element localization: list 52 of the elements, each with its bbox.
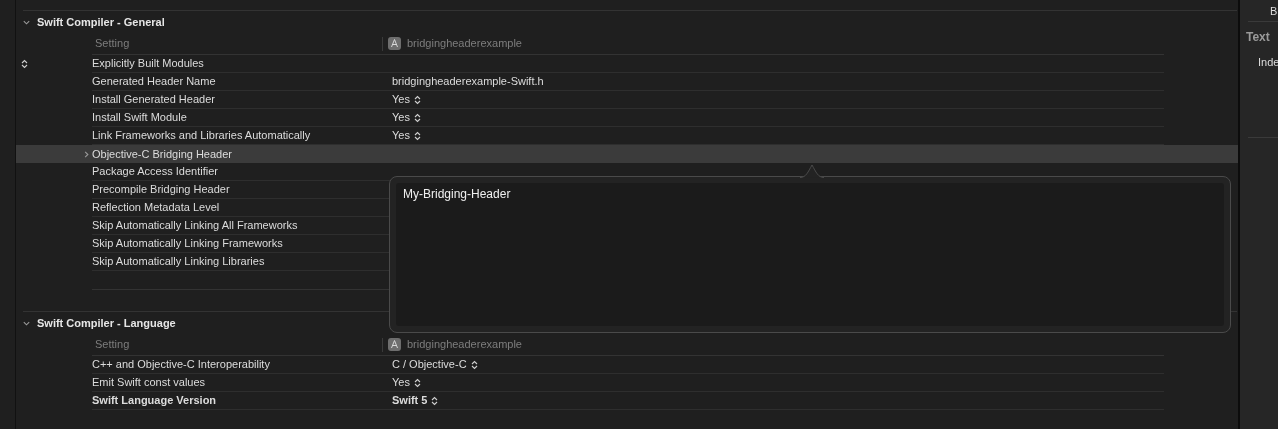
setting-label: Package Access Identifier <box>92 164 219 180</box>
setting-label: Link Frameworks and Libraries Automatically <box>92 128 312 144</box>
setting-row[interactable]: Swift Language Version Swift 5 <box>16 392 1238 410</box>
column-header: Setting <box>94 36 131 52</box>
setting-value[interactable]: bridgingheaderexample-Swift.h <box>392 73 544 90</box>
setting-row[interactable]: Explicitly Built Modules <box>16 55 1238 73</box>
updown-icon[interactable] <box>470 359 478 370</box>
setting-row[interactable]: C++ and Objective-C Interoperability C / Objective-C <box>16 356 1238 374</box>
setting-label: Install Generated Header <box>92 92 216 108</box>
text-editor[interactable]: My-Bridging-Header <box>396 183 1224 326</box>
setting-label: Explicitly Built Modules <box>92 56 205 72</box>
value-popup[interactable]: Yes <box>392 109 421 126</box>
section-title: Swift Compiler - Language <box>37 316 176 332</box>
updown-icon[interactable] <box>413 94 421 105</box>
setting-label: Skip Automatically Linking Libraries <box>92 254 266 270</box>
updown-icon[interactable] <box>413 112 421 123</box>
value-popup[interactable]: Yes <box>392 374 421 391</box>
value-popup[interactable]: Yes <box>392 91 421 108</box>
updown-icon[interactable] <box>431 395 439 406</box>
value-popup[interactable]: Swift 5 <box>392 392 439 409</box>
setting-label: Precompile Bridging Header <box>92 182 231 198</box>
setting-label: Swift Language Version <box>92 393 218 409</box>
column-header: Setting <box>94 337 131 353</box>
setting-label: Skip Automatically Linking All Frameworks <box>92 218 299 234</box>
setting-label: Emit Swift const values <box>92 375 207 391</box>
setting-row[interactable]: Install Generated Header Yes <box>16 91 1238 109</box>
updown-icon[interactable] <box>413 377 421 388</box>
setting-row[interactable]: Objective-C Bridging Header <box>16 145 1238 163</box>
target-column-header: bridgingheaderexample <box>407 337 522 353</box>
setting-label: Install Swift Module <box>92 110 188 126</box>
app-icon <box>388 37 401 50</box>
target-column-header: bridgingheaderexample <box>407 36 522 52</box>
section-header[interactable]: Swift Compiler - General <box>16 11 1238 33</box>
value-popup[interactable]: C / Objective-C <box>392 356 478 373</box>
setting-row[interactable]: Generated Header Name bridgingheaderexample-Swift.h <box>16 73 1238 91</box>
setting-label: C++ and Objective-C Interoperability <box>92 357 271 373</box>
chevron-icon[interactable] <box>22 319 31 328</box>
chevron-icon[interactable] <box>82 149 91 159</box>
setting-label: Objective-C Bridging Header <box>92 146 233 162</box>
stepper-icon[interactable] <box>21 59 28 69</box>
app-icon <box>388 338 401 351</box>
setting-label: Generated Header Name <box>92 74 217 90</box>
inspector-section-title: Text <box>1245 29 1271 46</box>
section-title: Swift Compiler - General <box>37 15 165 31</box>
inspector-label: B <box>1248 0 1278 22</box>
chevron-icon[interactable] <box>22 18 31 27</box>
setting-row[interactable]: Install Swift Module Yes <box>16 109 1238 127</box>
updown-icon[interactable] <box>413 130 421 141</box>
setting-row[interactable]: Emit Swift const values Yes <box>16 374 1238 392</box>
value-popup[interactable]: Yes <box>392 127 421 144</box>
setting-label: Reflection Metadata Level <box>92 200 221 216</box>
setting-label: Skip Automatically Linking Frameworks <box>92 236 284 252</box>
